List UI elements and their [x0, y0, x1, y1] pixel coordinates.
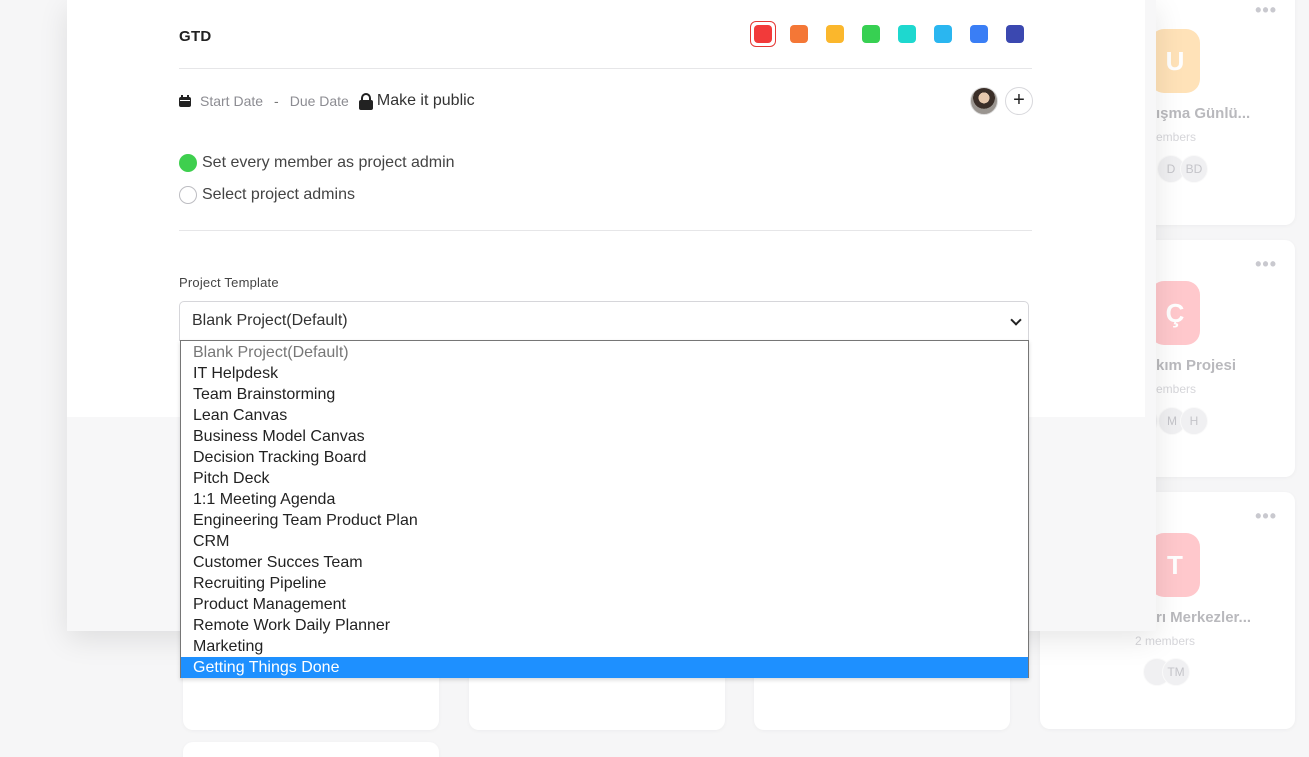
date-row: Start Date - Due Date Make it public — [179, 90, 475, 112]
swatch-fill — [862, 25, 880, 43]
swatch-fill — [970, 25, 988, 43]
template-option[interactable]: Customer Succes Team — [181, 552, 1028, 573]
color-swatch-red[interactable] — [750, 21, 776, 47]
template-option-highlighted[interactable]: Getting Things Done — [181, 657, 1028, 678]
due-date-field[interactable]: Due Date — [290, 93, 349, 109]
swatch-fill — [1006, 25, 1024, 43]
member-chip: H — [1180, 407, 1208, 435]
avatar[interactable] — [970, 87, 998, 115]
project-members-count: 2 members — [1135, 634, 1196, 648]
date-separator: - — [274, 93, 279, 109]
template-option[interactable]: Business Model Canvas — [181, 426, 1028, 447]
project-avatar: U — [1150, 29, 1200, 93]
project-card-bottom[interactable] — [183, 742, 439, 757]
project-title: ışma Günlü... — [1156, 105, 1251, 122]
template-option[interactable]: 1:1 Meeting Agenda — [181, 489, 1028, 510]
more-options-icon[interactable]: ••• — [1255, 254, 1277, 275]
template-option[interactable]: Pitch Deck — [181, 468, 1028, 489]
radio-checked-icon[interactable] — [179, 154, 197, 172]
color-picker — [750, 21, 1028, 47]
more-options-icon[interactable]: ••• — [1255, 0, 1277, 21]
template-select-value: Blank Project(Default) — [192, 312, 348, 329]
swatch-fill — [790, 25, 808, 43]
make-public-toggle[interactable]: Make it public — [377, 92, 475, 110]
calendar-icon[interactable] — [179, 95, 191, 107]
template-option[interactable]: Lean Canvas — [181, 405, 1028, 426]
lock-icon[interactable] — [358, 92, 373, 110]
more-options-icon[interactable]: ••• — [1255, 506, 1277, 527]
template-option[interactable]: Team Brainstorming — [181, 384, 1028, 405]
color-swatch-orange[interactable] — [786, 21, 812, 47]
admin-option-select[interactable]: Select project admins — [179, 185, 355, 205]
template-option[interactable]: Marketing — [181, 636, 1028, 657]
divider — [179, 68, 1032, 69]
swatch-fill — [934, 25, 952, 43]
admin-option-all[interactable]: Set every member as project admin — [179, 153, 455, 173]
color-swatch-blue[interactable] — [966, 21, 992, 47]
template-option[interactable]: Recruiting Pipeline — [181, 573, 1028, 594]
template-option[interactable]: Decision Tracking Board — [181, 447, 1028, 468]
project-members-count: embers — [1156, 130, 1197, 144]
template-option[interactable]: Remote Work Daily Planner — [181, 615, 1028, 636]
add-member-button[interactable]: + — [1005, 87, 1033, 115]
swatch-fill — [826, 25, 844, 43]
radio-unchecked-icon[interactable] — [179, 186, 197, 204]
member-chip: BD — [1180, 155, 1208, 183]
project-title: kım Projesi — [1156, 357, 1237, 374]
color-swatch-green[interactable] — [858, 21, 884, 47]
project-title: rı Merkezler... — [1156, 609, 1252, 626]
template-option[interactable]: Blank Project(Default) — [181, 342, 1028, 363]
template-label: Project Template — [179, 275, 279, 290]
chevron-down-icon — [1010, 314, 1022, 326]
project-name[interactable]: GTD — [179, 28, 212, 45]
template-option[interactable]: Engineering Team Product Plan — [181, 510, 1028, 531]
color-swatch-teal[interactable] — [894, 21, 920, 47]
start-date-field[interactable]: Start Date — [200, 93, 263, 109]
swatch-fill — [754, 25, 772, 43]
member-chip: TM — [1162, 658, 1190, 686]
template-option[interactable]: IT Helpdesk — [181, 363, 1028, 384]
divider — [179, 230, 1032, 231]
project-members-count: embers — [1156, 382, 1197, 396]
color-swatch-indigo[interactable] — [1002, 21, 1028, 47]
project-avatar: Ç — [1150, 281, 1200, 345]
admin-option-label: Select project admins — [202, 186, 355, 203]
template-option[interactable]: CRM — [181, 531, 1028, 552]
color-swatch-sky[interactable] — [930, 21, 956, 47]
admin-option-label: Set every member as project admin — [202, 154, 455, 171]
template-option[interactable]: Product Management — [181, 594, 1028, 615]
swatch-fill — [898, 25, 916, 43]
project-avatar: T — [1150, 533, 1200, 597]
template-dropdown-list: Blank Project(Default) IT Helpdesk Team … — [180, 340, 1029, 678]
template-select[interactable]: Blank Project(Default) — [179, 301, 1029, 341]
color-swatch-yellow[interactable] — [822, 21, 848, 47]
